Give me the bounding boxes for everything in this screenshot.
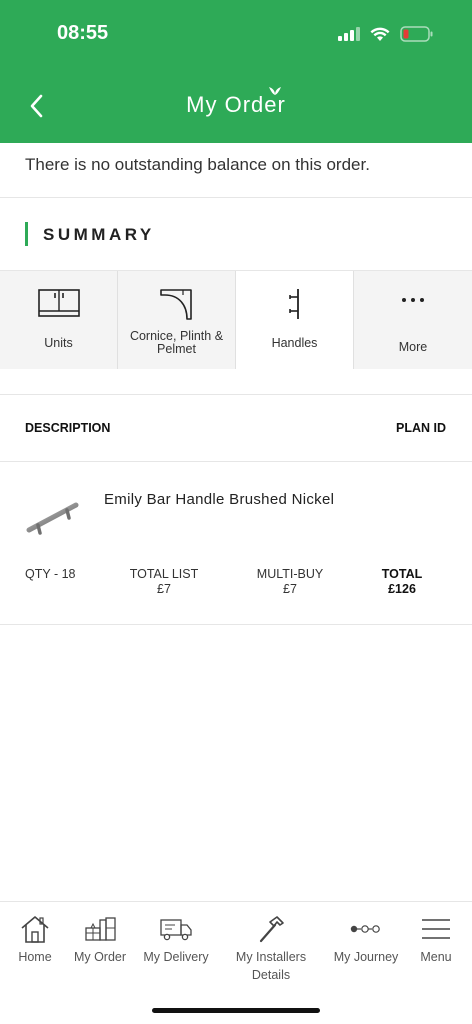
total-column: TOTAL £126 [347, 567, 457, 597]
tab-label: Cornice, Plinth & Pelmet [129, 329, 224, 356]
summary-accent-bar [25, 222, 28, 246]
nav-menu[interactable]: Menu [414, 914, 458, 966]
multi-buy-column: MULTI-BUY £7 [235, 567, 345, 597]
divider-row [0, 369, 472, 395]
column-header-plan-id: PLAN ID [396, 421, 446, 435]
nav-label: My Delivery [143, 950, 209, 964]
hamburger-icon [422, 919, 450, 939]
item-quantity: QTY - 18 [25, 567, 76, 581]
tab-units[interactable]: Units [0, 271, 118, 369]
truck-icon [160, 919, 192, 941]
journey-icon [350, 925, 380, 933]
total-list-column: TOTAL LIST £7 [109, 567, 219, 597]
tab-label: Handles [271, 336, 318, 350]
cellular-signal-icon [338, 27, 360, 41]
nav-label: My Installers [235, 950, 307, 964]
nav-my-delivery[interactable]: My Delivery [139, 914, 213, 966]
nav-label: Home [18, 950, 52, 964]
category-tabs: Units Cornice, Plinth & Pelmet Handles M… [0, 271, 472, 369]
bar-handle-image [26, 502, 79, 535]
tab-more[interactable]: More [354, 271, 472, 369]
total-value: £126 [388, 582, 416, 596]
nav-label-line2: Details [251, 968, 291, 982]
nav-my-order[interactable]: My Order [70, 914, 130, 966]
summary-section-header: SUMMARY [0, 199, 472, 271]
nav-my-journey[interactable]: My Journey [328, 914, 404, 966]
bottom-nav: Home My Order My Delivery My Installers … [0, 901, 472, 1024]
cabinet-icon [37, 289, 80, 317]
total-label: TOTAL [381, 567, 423, 581]
balance-message: There is no outstanding balance on this … [0, 143, 472, 198]
status-icons [338, 26, 434, 42]
home-indicator[interactable] [152, 1008, 320, 1013]
cornice-icon [159, 289, 192, 320]
app-header: 08:55 My Order [0, 0, 472, 143]
multi-buy-label: MULTI-BUY [256, 567, 324, 581]
wifi-icon [370, 27, 390, 41]
tab-label: Units [44, 336, 73, 350]
house-icon [21, 916, 49, 943]
kitchen-icon [85, 917, 116, 941]
tab-cornice-plinth-pelmet[interactable]: Cornice, Plinth & Pelmet [118, 271, 236, 369]
column-header-description: DESCRIPTION [25, 421, 111, 435]
summary-title: SUMMARY [43, 225, 155, 244]
handle-icon [288, 289, 299, 319]
nav-label: My Order [73, 950, 127, 964]
table-header: DESCRIPTION PLAN ID [0, 395, 472, 462]
status-time: 08:55 [57, 22, 109, 44]
battery-icon [400, 26, 433, 42]
nav-home[interactable]: Home [15, 914, 55, 966]
more-dots-icon [402, 298, 424, 302]
tab-handles[interactable]: Handles [236, 271, 354, 369]
total-list-label: TOTAL LIST [129, 567, 199, 581]
order-item-row[interactable]: Emily Bar Handle Brushed Nickel QTY - 18… [0, 462, 472, 625]
multi-buy-value: £7 [283, 582, 297, 596]
nav-my-installers-details[interactable]: My Installers Details [229, 914, 313, 984]
item-name: Emily Bar Handle Brushed Nickel [104, 491, 335, 508]
hammer-icon [259, 916, 284, 943]
nav-label: My Journey [333, 950, 399, 964]
nav-label: Menu [420, 950, 452, 964]
tab-label: More [398, 340, 428, 354]
total-list-value: £7 [157, 582, 171, 596]
page-title: My Order [186, 92, 286, 117]
